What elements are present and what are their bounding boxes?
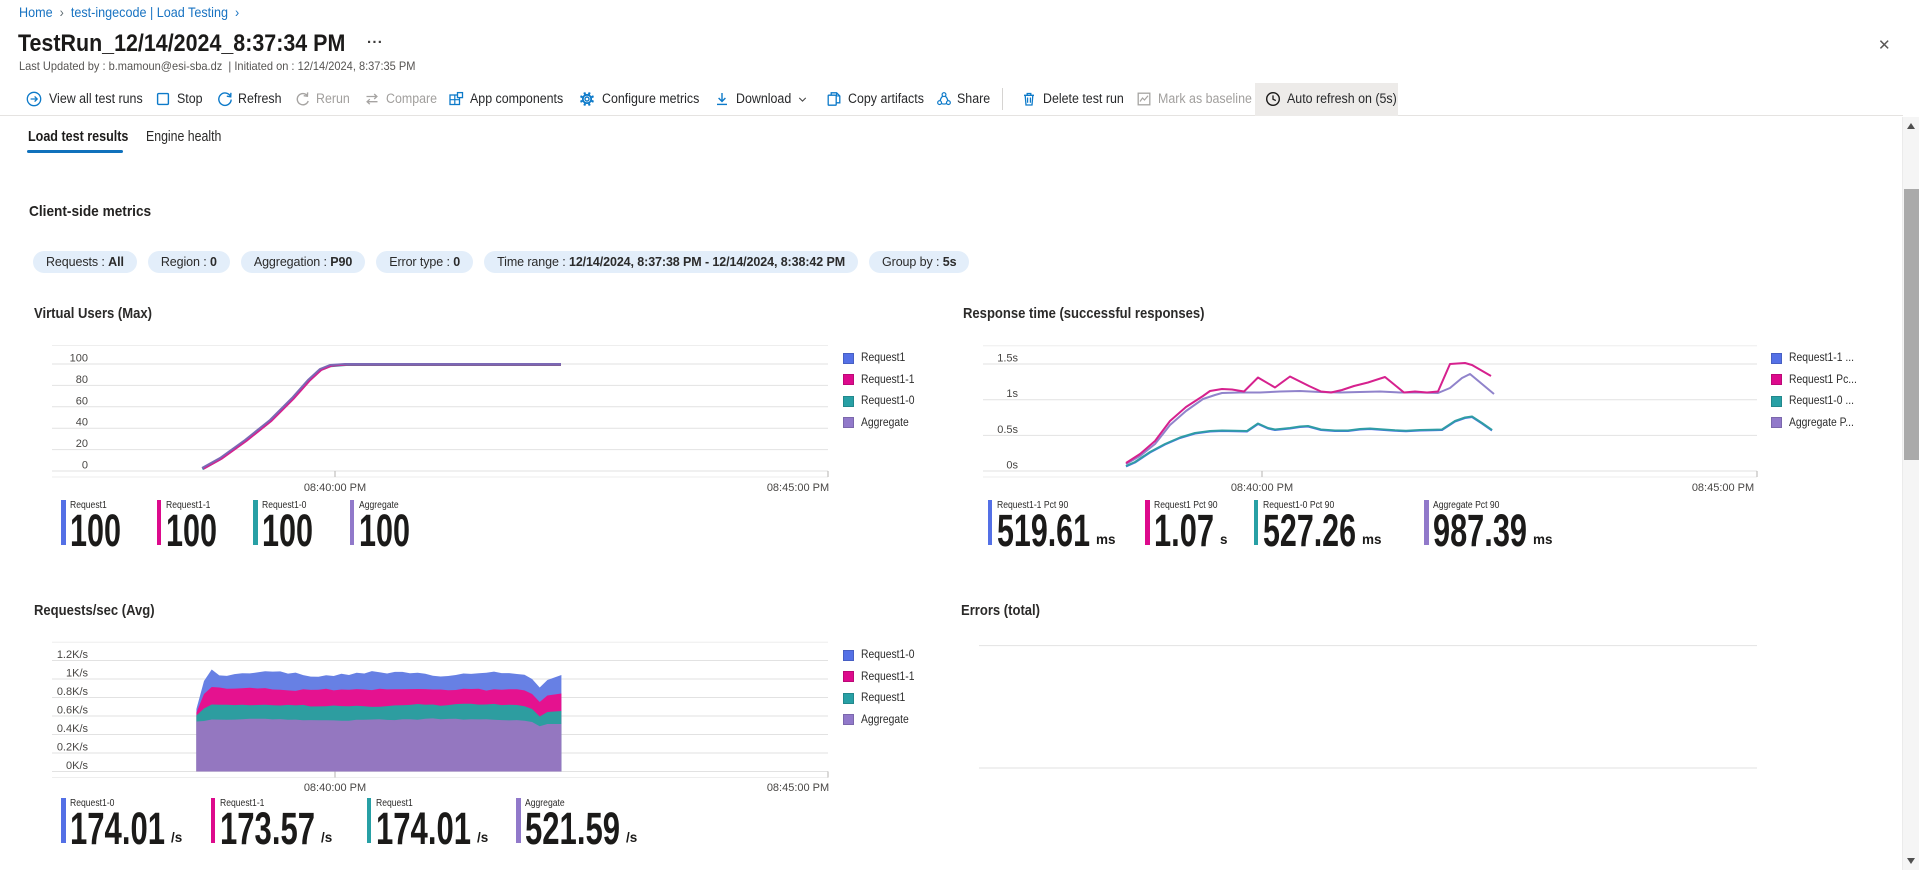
- svg-text:20: 20: [76, 438, 88, 450]
- svg-text:173.57: 173.57: [220, 809, 315, 845]
- svg-text:521.59: 521.59: [525, 809, 620, 845]
- svg-text:0s: 0s: [1006, 460, 1018, 472]
- svg-text:08:40:00 PM: 08:40:00 PM: [304, 482, 366, 494]
- svg-text:519.61: 519.61: [997, 511, 1090, 547]
- svg-text:100: 100: [70, 353, 88, 365]
- svg-text:/s: /s: [321, 830, 332, 845]
- svg-text:1.2K/s: 1.2K/s: [57, 649, 89, 661]
- svg-text:ms: ms: [1096, 532, 1116, 547]
- svg-text:ms: ms: [1533, 532, 1553, 547]
- svg-text:100: 100: [262, 511, 313, 547]
- svg-text:/s: /s: [626, 830, 637, 845]
- svg-text:100: 100: [70, 511, 121, 547]
- svg-text:174.01: 174.01: [70, 809, 165, 845]
- svg-text:0.4K/s: 0.4K/s: [57, 723, 89, 735]
- svg-text:/s: /s: [477, 830, 488, 845]
- svg-text:0K/s: 0K/s: [66, 760, 89, 772]
- svg-text:0.8K/s: 0.8K/s: [57, 686, 89, 698]
- svg-text:987.39: 987.39: [1433, 511, 1527, 547]
- svg-text:08:40:00 PM: 08:40:00 PM: [1231, 482, 1293, 494]
- svg-text:1.5s: 1.5s: [997, 353, 1018, 365]
- svg-text:0.6K/s: 0.6K/s: [57, 705, 89, 717]
- svg-text:/s: /s: [171, 830, 182, 845]
- svg-text:s: s: [1220, 532, 1228, 547]
- svg-text:08:45:00 PM: 08:45:00 PM: [767, 782, 829, 794]
- svg-text:0.2K/s: 0.2K/s: [57, 742, 89, 754]
- svg-text:1K/s: 1K/s: [66, 668, 89, 680]
- svg-text:40: 40: [76, 417, 88, 429]
- svg-text:0.5s: 0.5s: [997, 424, 1018, 436]
- svg-text:527.26: 527.26: [1263, 511, 1356, 547]
- svg-text:1s: 1s: [1006, 388, 1018, 400]
- svg-text:1.07: 1.07: [1154, 511, 1214, 547]
- svg-text:0: 0: [82, 460, 88, 472]
- svg-text:80: 80: [76, 374, 88, 386]
- svg-text:60: 60: [76, 395, 88, 407]
- svg-text:174.01: 174.01: [376, 809, 471, 845]
- svg-text:ms: ms: [1362, 532, 1382, 547]
- svg-text:08:45:00 PM: 08:45:00 PM: [1692, 482, 1754, 494]
- svg-text:08:40:00 PM: 08:40:00 PM: [304, 782, 366, 794]
- svg-text:100: 100: [359, 511, 410, 547]
- svg-text:08:45:00 PM: 08:45:00 PM: [767, 482, 829, 494]
- svg-text:100: 100: [166, 511, 217, 547]
